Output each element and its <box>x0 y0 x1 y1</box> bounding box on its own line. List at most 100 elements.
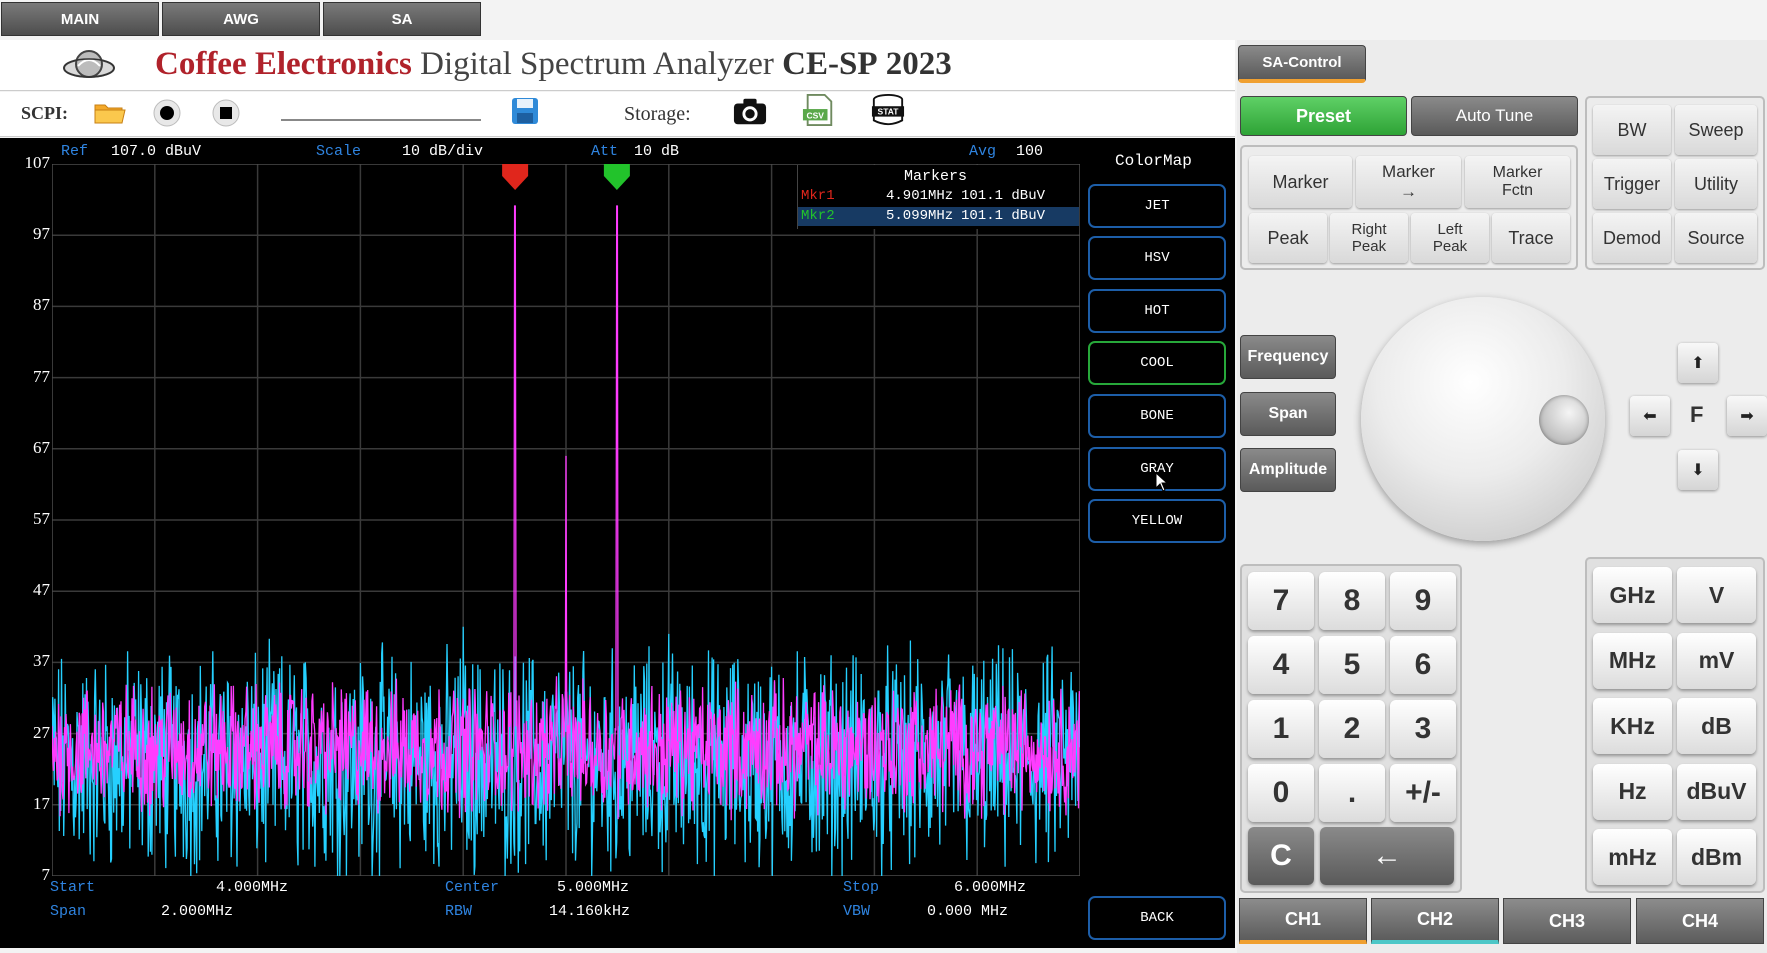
key-1[interactable]: 1 <box>1248 700 1314 758</box>
rbw-value: 14.160kHz <box>549 903 631 920</box>
amplitude-button[interactable]: Amplitude <box>1240 448 1336 492</box>
source-button[interactable]: Source <box>1675 213 1757 263</box>
tuning-knob[interactable] <box>1361 297 1605 541</box>
colormap-yellow-button[interactable]: YELLOW <box>1088 499 1226 543</box>
att-label: Att <box>591 143 619 160</box>
key-2[interactable]: 2 <box>1319 700 1385 758</box>
markers-title: Markers <box>904 168 968 185</box>
colormap-cool-button[interactable]: COOL <box>1088 341 1226 385</box>
marker-button[interactable]: Marker <box>1249 156 1352 208</box>
trigger-button[interactable]: Trigger <box>1593 159 1671 209</box>
marker-level: 101.1 dBuV <box>961 188 1046 204</box>
colormap-hsv-button[interactable]: HSV <box>1088 236 1226 280</box>
channel-3-button[interactable]: CH3 <box>1503 898 1631 944</box>
y-tick-label: 97 <box>33 224 50 244</box>
span-label: Span <box>50 903 87 920</box>
arrow-right-icon: ➡ <box>1740 408 1754 425</box>
key-9[interactable]: 9 <box>1390 572 1456 630</box>
key-4[interactable]: 4 <box>1248 636 1314 694</box>
key-plus-minus[interactable]: +/- <box>1390 764 1456 822</box>
key-0[interactable]: 0 <box>1248 764 1314 822</box>
colormap-jet-button[interactable]: JET <box>1088 184 1226 228</box>
save-icon[interactable] <box>508 96 542 126</box>
camera-icon[interactable] <box>733 96 767 126</box>
y-tick-label: 7 <box>41 865 51 884</box>
unit-khz-button[interactable]: KHz <box>1593 698 1672 754</box>
marker-to-button[interactable]: Marker → <box>1356 156 1461 208</box>
folder-icon[interactable] <box>93 97 127 127</box>
tab-sa[interactable]: SA <box>323 2 481 36</box>
auto-tune-button[interactable]: Auto Tune <box>1411 96 1578 136</box>
sa-control-button[interactable]: SA-Control <box>1238 45 1366 83</box>
marker-2-icon <box>603 164 630 190</box>
knob-grip <box>1539 395 1589 445</box>
stop-label: Stop <box>843 879 880 896</box>
channel-1-button[interactable]: CH1 <box>1239 898 1367 944</box>
channel-4-button[interactable]: CH4 <box>1636 898 1764 944</box>
key-8[interactable]: 8 <box>1319 572 1385 630</box>
key-3[interactable]: 3 <box>1390 700 1456 758</box>
marker-fctn-button[interactable]: Marker Fctn <box>1465 156 1570 208</box>
key-5[interactable]: 5 <box>1319 636 1385 694</box>
peak-button[interactable]: Peak <box>1249 213 1327 263</box>
tab-main[interactable]: MAIN <box>1 2 159 36</box>
marker-row[interactable]: Mkr2 5.099MHz 101.1 dBuV <box>798 207 1079 226</box>
record-icon[interactable] <box>150 98 184 128</box>
ref-value: 107.0 dBuV <box>111 143 202 160</box>
arrow-down-icon: ⬇ <box>1691 462 1705 479</box>
marker-freq: 4.901MHz <box>886 188 954 204</box>
colormap-hot-button[interactable]: HOT <box>1088 289 1226 333</box>
span-button[interactable]: Span <box>1240 392 1336 436</box>
scpi-command-input[interactable] <box>281 119 481 121</box>
bw-button[interactable]: BW <box>1593 105 1671 155</box>
channel-2-button[interactable]: CH2 <box>1371 898 1499 944</box>
frequency-button[interactable]: Frequency <box>1240 335 1336 379</box>
back-button[interactable]: BACK <box>1088 896 1226 940</box>
spectrum-chart[interactable] <box>52 164 1080 876</box>
unit-mv-button[interactable]: mV <box>1677 632 1756 689</box>
mouse-cursor-icon <box>1155 472 1169 492</box>
f-label: F <box>1690 402 1704 427</box>
stat-icon[interactable]: STAT <box>871 93 905 126</box>
scale-label: Scale <box>316 143 362 160</box>
unit-mhz-button[interactable]: MHz <box>1593 632 1672 689</box>
left-peak-button[interactable]: Left Peak <box>1411 213 1489 263</box>
key-6[interactable]: 6 <box>1390 636 1456 694</box>
colormap-bone-button[interactable]: BONE <box>1088 394 1226 438</box>
unit-dbm-button[interactable]: dBm <box>1677 829 1756 885</box>
arrow-down-button[interactable]: ⬇ <box>1678 450 1718 490</box>
arrow-left-button[interactable]: ⬅ <box>1630 396 1670 436</box>
unit-ghz-button[interactable]: GHz <box>1593 567 1672 623</box>
trace-button[interactable]: Trace <box>1492 213 1570 263</box>
rbw-label: RBW <box>445 903 473 920</box>
utility-button[interactable]: Utility <box>1675 159 1757 209</box>
stop-icon[interactable] <box>209 98 243 128</box>
arrow-right-button[interactable]: ➡ <box>1727 396 1767 436</box>
y-tick-label: 47 <box>33 580 50 600</box>
model-name: CE-SP <box>782 46 878 82</box>
tab-awg[interactable]: AWG <box>162 2 320 36</box>
svg-text:STAT: STAT <box>878 107 900 117</box>
marker-row[interactable]: Mkr1 4.901MHz 101.1 dBuV <box>798 187 1079 206</box>
demod-button[interactable]: Demod <box>1593 213 1671 263</box>
key-dot[interactable]: . <box>1319 764 1385 822</box>
y-tick-label: 17 <box>33 793 50 813</box>
preset-button[interactable]: Preset <box>1240 96 1407 136</box>
key-7[interactable]: 7 <box>1248 572 1314 630</box>
unit-db-button[interactable]: dB <box>1677 698 1756 754</box>
model-year: 2023 <box>885 46 952 82</box>
unit-v-button[interactable]: V <box>1677 567 1756 623</box>
right-peak-button[interactable]: Right Peak <box>1330 213 1408 263</box>
unit-dbuv-button[interactable]: dBuV <box>1677 763 1756 820</box>
unit-mhz-button[interactable]: mHz <box>1593 829 1672 885</box>
key-clear[interactable]: C <box>1248 827 1314 885</box>
key-backspace[interactable]: ← <box>1320 827 1454 885</box>
y-tick-label: 27 <box>33 722 50 742</box>
sweep-button[interactable]: Sweep <box>1675 105 1757 155</box>
unit-hz-button[interactable]: Hz <box>1593 763 1672 820</box>
csv-icon[interactable]: CSV <box>802 93 836 127</box>
y-tick-label: 57 <box>33 509 50 528</box>
arrow-up-button[interactable]: ⬆ <box>1678 343 1718 383</box>
scale-value: 10 dB/div <box>402 143 484 160</box>
brand-name: Coffee Electronics <box>155 46 412 82</box>
